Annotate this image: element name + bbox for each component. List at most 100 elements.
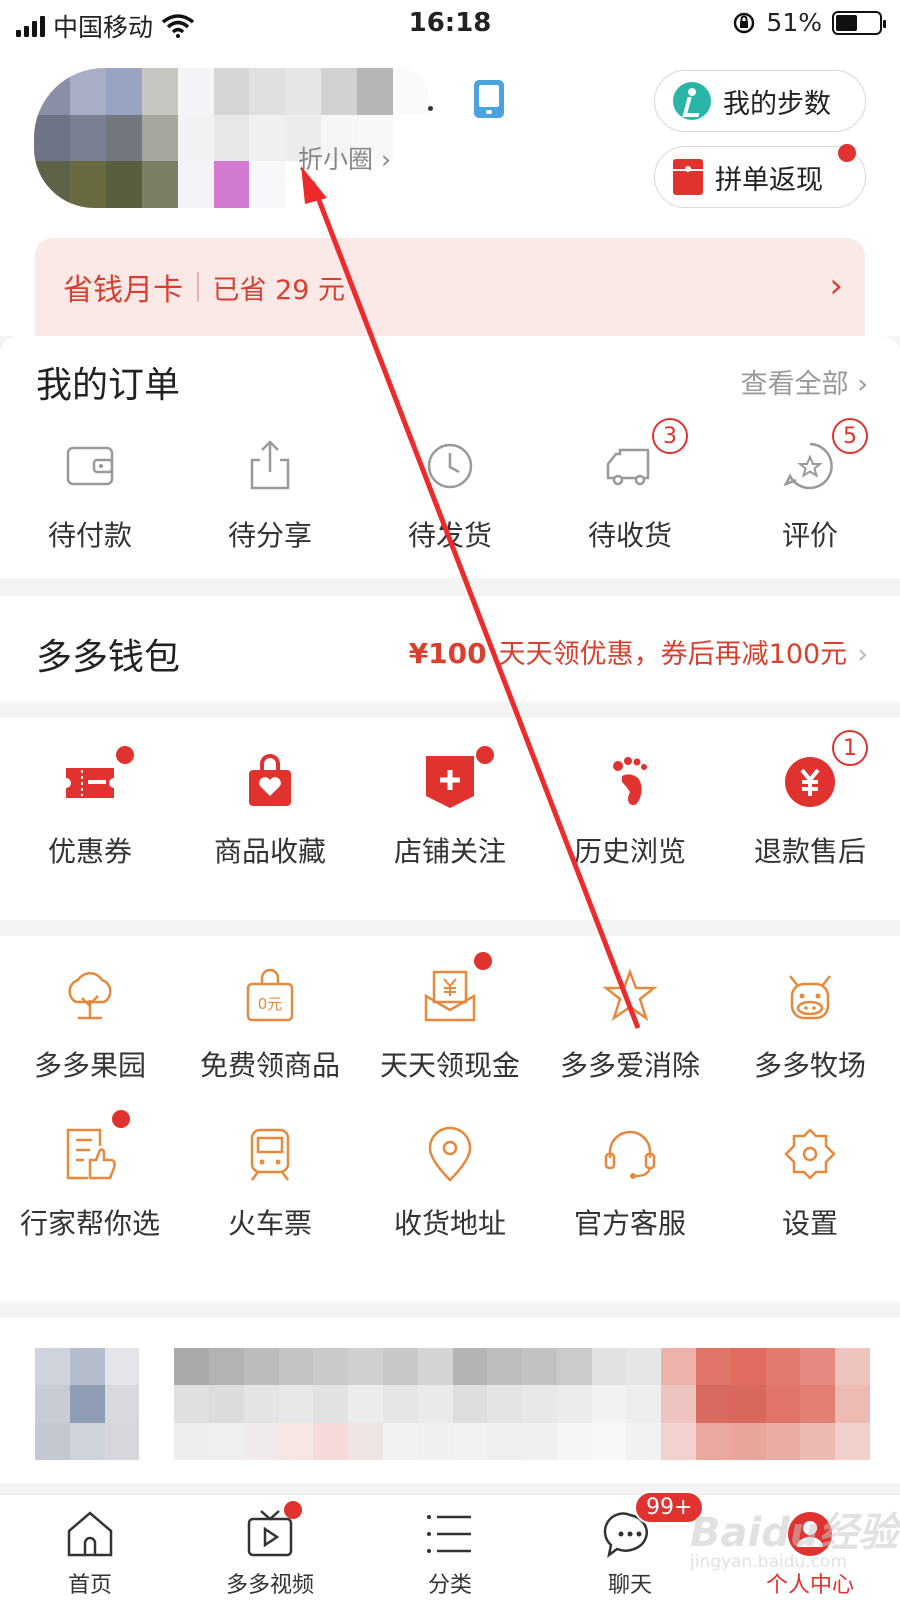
mosaic-tile [34,161,70,208]
avatar-and-username-pixelated[interactable] [34,68,429,208]
divider [197,272,199,302]
mosaic-tile [139,1348,175,1386]
tab-video[interactable]: 多多视频 [180,1495,360,1600]
mosaic-tile [104,1385,140,1423]
mosaic-tile [139,1385,175,1423]
mosaic-tile [696,1385,731,1423]
tool-store-follow[interactable]: 店铺关注 [360,746,540,870]
pixelated-content [35,1348,870,1460]
wallet-amount: ¥100 [408,637,487,670]
tab-chat[interactable]: 聊天 99+ [540,1491,720,1600]
recommend-banner-pixelated[interactable] [0,1318,900,1483]
mosaic-tile [765,1348,801,1386]
mosaic-tile [249,68,286,115]
store-follow-icon [426,756,474,808]
mosaic-tile [730,1348,766,1386]
quick-tools-row: 优惠券 商品收藏 店铺关注 历史浏览 退款售后 1 [0,730,900,870]
list-icon [427,1515,471,1553]
order-status-row: 待付款 待分享 待发货 待收货 3 评价 5 [0,418,900,554]
tab-label: 分类 [427,1573,472,1598]
tool-label: 优惠券 [47,835,132,868]
chevron-right-icon: › [857,639,868,670]
tool-refund[interactable]: 退款售后 1 [720,730,900,870]
service-daily-cash[interactable]: 天天领现金 [360,952,540,1084]
notification-dot [474,952,492,970]
service-train-tickets[interactable]: 火车票 [180,1124,360,1242]
service-label: 官方客服 [573,1207,686,1240]
tool-history[interactable]: 历史浏览 [540,752,720,870]
mosaic-tile [213,114,250,162]
mosaic-tile [835,1348,870,1386]
mosaic-tile [243,1385,279,1423]
service-expert-pick[interactable]: 行家帮你选 [0,1110,180,1242]
savings-month-card[interactable]: 省钱月卡 已省 29 元 › [35,238,865,336]
status-right: 51% [732,8,886,37]
group-rebate-button[interactable]: 拼单返现 [654,146,866,208]
tool-label: 店铺关注 [393,835,506,868]
mosaic-tile [141,161,178,208]
service-customer-service[interactable]: 官方客服 [540,1124,720,1242]
phone-icon[interactable] [474,80,504,118]
duoduo-wallet-section[interactable]: 多多钱包 ¥100 天天领优惠，券后再减100元 › [0,596,900,702]
mosaic-tile [730,1385,766,1423]
mosaic-tile [348,1348,383,1386]
svg-text:0元: 0元 [258,995,283,1013]
mosaic-tile [208,1385,244,1423]
coupon-icon [66,768,114,798]
mosaic-tile [556,1385,592,1423]
my-steps-button[interactable]: 我的步数 [654,70,866,132]
mosaic-tile [765,1385,801,1423]
tab-profile[interactable]: 个人中心 [720,1495,900,1600]
order-item-pending-receipt[interactable]: 待收货 3 [540,418,720,554]
service-orchard[interactable]: 多多果园 [0,966,180,1084]
service-elimination-game[interactable]: 多多爱消除 [540,966,720,1084]
mosaic-tile [243,1422,279,1460]
mosaic-tile [177,68,214,115]
mosaic-tile [556,1422,592,1460]
mosaic-tile [174,1422,209,1460]
service-settings[interactable]: 设置 [720,1124,900,1242]
savings-card-title: 省钱月卡 [63,273,183,308]
notification-dot [284,1501,302,1519]
mosaic-tile [522,1385,557,1423]
mosaic-tile [104,1348,140,1386]
mosaic-tile [213,68,250,115]
mosaic-tile [393,114,429,162]
mosaic-tile [417,1422,453,1460]
tool-label: 退款售后 [753,835,866,868]
mosaic-tile [800,1422,836,1460]
mosaic-tile [105,161,142,208]
notification-dot [116,746,134,764]
favorite-bag-icon [249,754,291,806]
service-label: 天天领现金 [379,1049,520,1082]
view-all-orders-link[interactable]: 查看全部 › [741,362,868,401]
mosaic-tile [382,1422,418,1460]
wallet-icon [66,446,114,486]
service-address[interactable]: 收货地址 [360,1124,540,1242]
mosaic-tile [835,1422,870,1460]
service-label: 设置 [781,1207,838,1240]
tab-label: 多多视频 [225,1573,314,1598]
order-item-pending-payment[interactable]: 待付款 [0,436,180,554]
mosaic-tile [696,1422,731,1460]
mosaic-tile [382,1348,418,1386]
mosaic-tile [321,68,358,115]
wallet-promo[interactable]: ¥100 天天领优惠，券后再减100元 › [409,632,868,671]
tool-favorites[interactable]: 商品收藏 [180,752,360,870]
order-item-review[interactable]: 评价 5 [720,418,900,554]
mosaic-tile [141,68,178,115]
order-item-pending-shipment[interactable]: 待发货 [360,436,540,554]
mosaic-tile [591,1385,627,1423]
battery-icon [832,10,886,35]
service-free-goods[interactable]: 0元 免费领商品 [180,966,360,1084]
my-orders-title: 我的订单 [36,365,181,406]
tool-coupons[interactable]: 优惠券 [0,746,180,870]
circle-link[interactable]: 折小圈 › [298,140,391,176]
tab-categories[interactable]: 分类 [360,1495,540,1600]
tab-home[interactable]: 首页 [0,1495,180,1600]
order-item-pending-share[interactable]: 待分享 [180,436,360,554]
mosaic-tile [313,1385,349,1423]
mosaic-tile [626,1348,662,1386]
service-ranch[interactable]: 多多牧场 [720,966,900,1084]
screen: 中国移动 16:18 51% 折小圈 › 我的步数 拼单返现 省钱月卡 已省 2… [0,0,900,1600]
